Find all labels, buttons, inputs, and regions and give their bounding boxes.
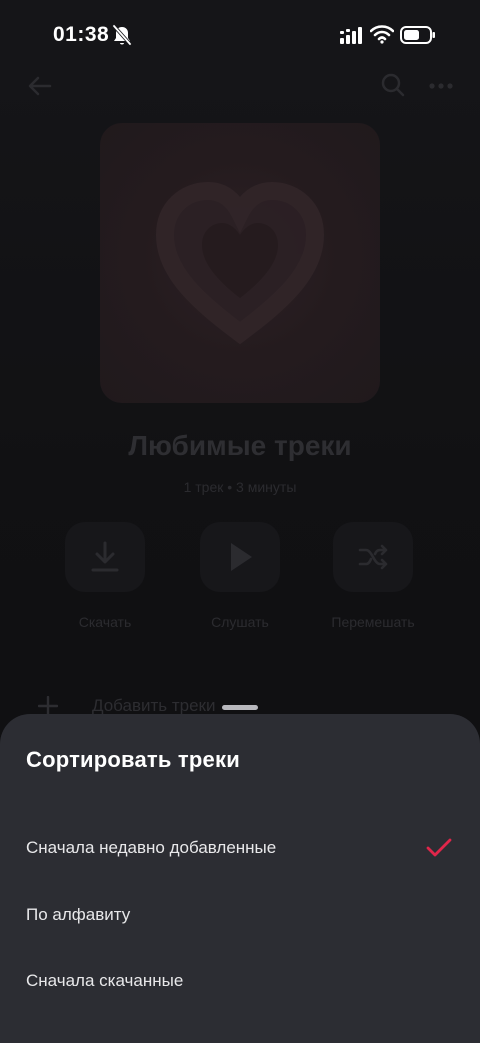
- sheet-drag-handle[interactable]: [222, 705, 258, 710]
- wifi-icon: [370, 25, 394, 44]
- sort-option-recent[interactable]: Сначала недавно добавленные: [0, 822, 480, 876]
- sort-option-label: Сначала недавно добавленные: [26, 838, 277, 857]
- sheet-title: Сортировать треки: [26, 747, 240, 772]
- sort-option-label: Сначала скачанные: [26, 971, 184, 990]
- checkmark-icon: [426, 838, 452, 857]
- battery-icon: [400, 26, 435, 44]
- sort-option-label: По алфавиту: [26, 905, 131, 924]
- screen: Любимые треки 1 трек • 3 минуты Скачать …: [0, 0, 480, 1043]
- signal-icon: [340, 27, 362, 44]
- status-time: 01:38: [53, 23, 110, 46]
- bell-muted-icon: [112, 24, 132, 46]
- sort-option-alphabet[interactable]: По алфавиту: [0, 889, 480, 943]
- sort-option-downloaded[interactable]: Сначала скачанные: [0, 955, 480, 1009]
- status-bar: 01:38: [0, 0, 480, 70]
- sort-sheet: Сортировать треки Сначала недавно добавл…: [0, 714, 480, 1043]
